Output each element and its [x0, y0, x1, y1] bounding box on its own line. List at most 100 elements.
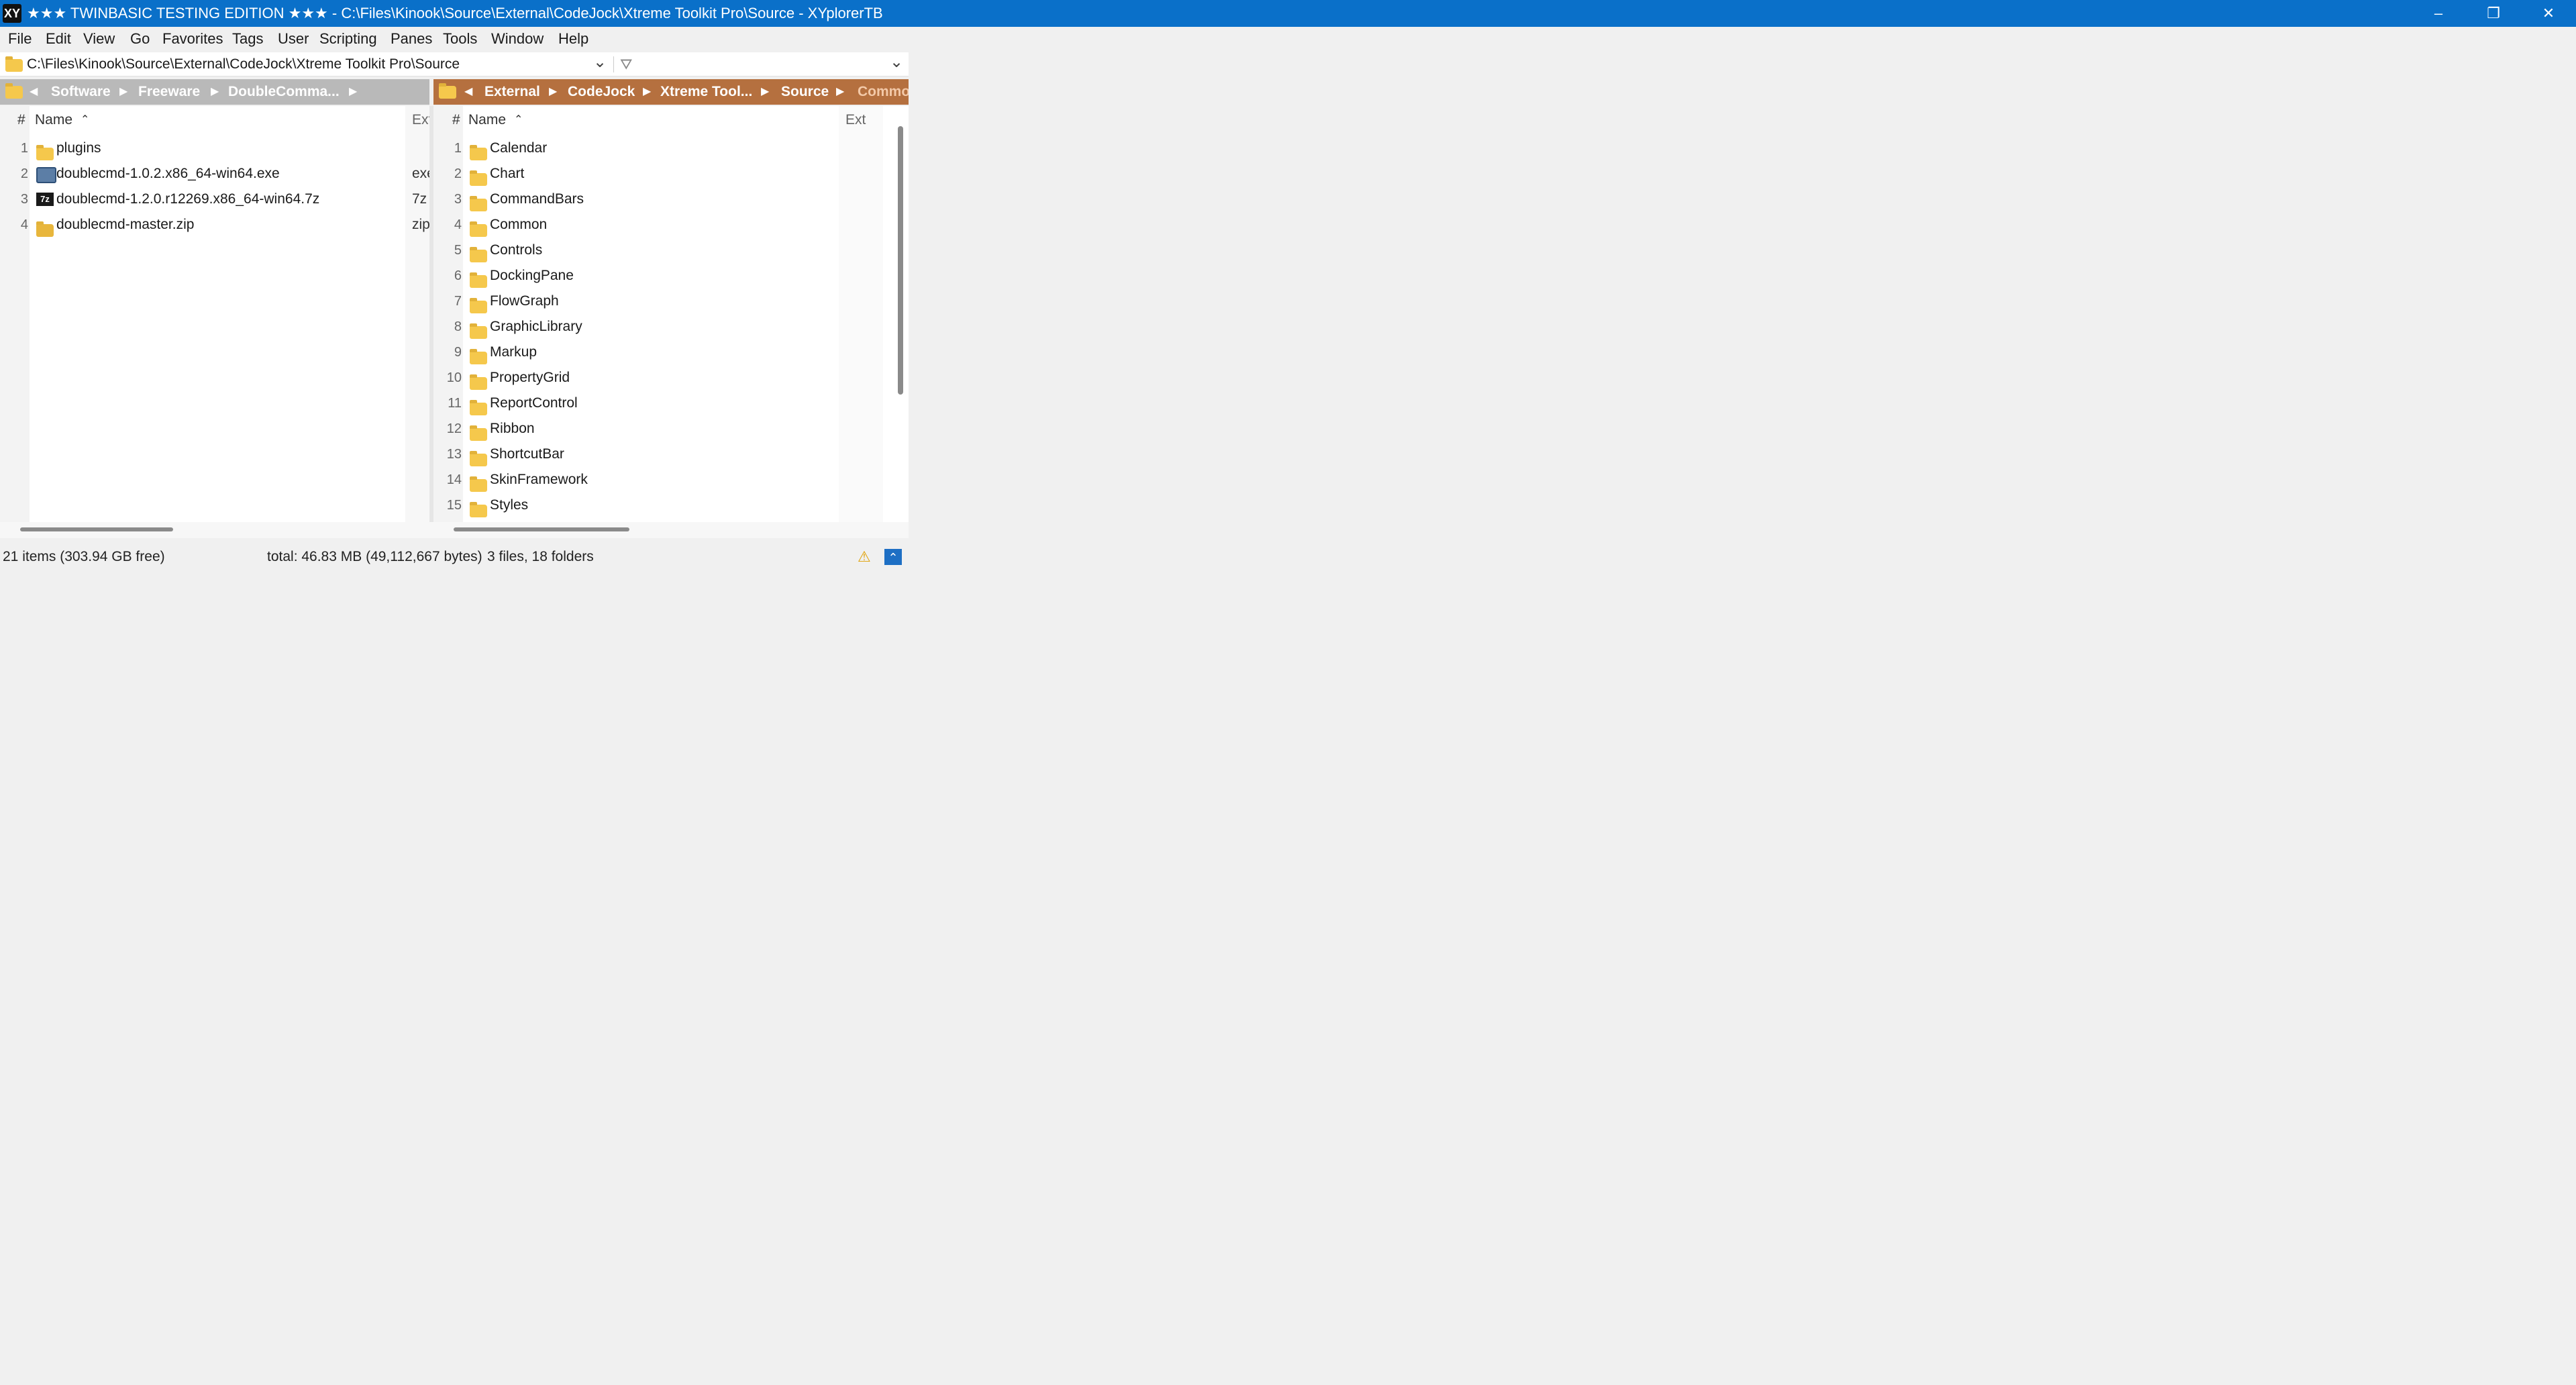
- row-number: 5: [454, 243, 462, 258]
- address-divider: [613, 56, 614, 72]
- table-row[interactable]: 2 doublecmd-1.0.2.x86_64-win64.exe exe: [0, 161, 435, 187]
- left-horizontal-scroll-thumb[interactable]: [20, 527, 173, 531]
- address-dropdown-icon[interactable]: ⌄: [593, 52, 607, 76]
- left-file-list[interactable]: # Name ⌃ Ext 1 plugins 2 doublecmd-1.0.2…: [0, 106, 435, 522]
- row-number: 10: [446, 370, 462, 385]
- close-button[interactable]: ✕: [2522, 0, 2575, 27]
- menu-edit[interactable]: Edit: [46, 27, 71, 51]
- breadcrumb-back-icon[interactable]: ◀: [30, 79, 38, 105]
- folder-icon: [470, 170, 487, 186]
- breadcrumb-chevron-icon[interactable]: ▶: [836, 79, 844, 105]
- menu-favorites[interactable]: Favorites: [162, 27, 223, 51]
- status-bar: 21 items (303.94 GB free) total: 46.83 M…: [0, 542, 909, 572]
- breadcrumb-source[interactable]: Source: [781, 79, 829, 105]
- breadcrumb-xtreme-toolkit[interactable]: Xtreme Tool...: [660, 79, 752, 105]
- menu-window[interactable]: Window: [491, 27, 544, 51]
- breadcrumb-external[interactable]: External: [484, 79, 540, 105]
- breadcrumb-chevron-icon[interactable]: ▶: [761, 79, 769, 105]
- column-header-ext[interactable]: Ext: [845, 106, 866, 134]
- table-row[interactable]: 9 Markup: [433, 340, 890, 365]
- file-ext: 7z: [412, 191, 427, 207]
- menu-go[interactable]: Go: [130, 27, 150, 51]
- folder-name: FlowGraph: [490, 293, 559, 309]
- toggle-panel-icon[interactable]: ⌃: [884, 549, 902, 565]
- filter-input[interactable]: [644, 52, 892, 76]
- folder-icon: [470, 425, 487, 441]
- table-row[interactable]: 14 SkinFramework: [433, 467, 890, 493]
- column-header-number[interactable]: #: [17, 106, 25, 134]
- app-icon[interactable]: XY: [3, 4, 21, 23]
- table-row[interactable]: 8 GraphicLibrary: [433, 314, 890, 340]
- table-row[interactable]: 7 FlowGraph: [433, 289, 890, 314]
- table-row[interactable]: 1 plugins: [0, 136, 429, 161]
- column-header-number[interactable]: #: [452, 106, 460, 134]
- restore-button[interactable]: ❐: [2467, 0, 2520, 27]
- table-row[interactable]: 6 DockingPane: [433, 263, 890, 289]
- breadcrumb-chevron-icon[interactable]: ▶: [349, 79, 357, 105]
- folder-icon: [470, 323, 487, 339]
- menu-help[interactable]: Help: [558, 27, 588, 51]
- table-row[interactable]: 4 doublecmd-master.zip zip: [0, 212, 430, 238]
- table-row[interactable]: 12 Ribbon: [433, 416, 890, 442]
- filter-icon[interactable]: ⛛: [620, 52, 632, 76]
- right-breadcrumb: ◀ External ▶ CodeJock ▶ Xtreme Tool... ▶…: [433, 79, 909, 105]
- file-name: plugins: [56, 140, 101, 156]
- folder-icon[interactable]: [5, 83, 23, 99]
- table-row[interactable]: 3 CommandBars: [433, 187, 890, 212]
- folder-icon: [470, 502, 487, 517]
- row-number: 2: [454, 166, 462, 181]
- table-row[interactable]: 5 Controls: [433, 238, 890, 263]
- breadcrumb-chevron-icon[interactable]: ▶: [549, 79, 557, 105]
- menu-tags[interactable]: Tags: [232, 27, 263, 51]
- left-breadcrumb: ◀ Software ▶ Freeware ▶ DoubleComma... ▶: [0, 79, 429, 105]
- table-row[interactable]: 4 Common: [433, 212, 890, 238]
- warning-icon[interactable]: ⚠: [858, 542, 871, 572]
- breadcrumb-freeware[interactable]: Freeware: [138, 79, 200, 105]
- right-file-list[interactable]: # Name ⌃ Ext 1 Calendar 2 Chart 3 CommandBars…: [433, 106, 909, 522]
- table-row[interactable]: 10 PropertyGrid: [433, 365, 890, 391]
- column-header-name[interactable]: Name: [468, 106, 506, 134]
- folder-icon[interactable]: [439, 83, 456, 99]
- table-row[interactable]: 1 Calendar: [433, 136, 890, 161]
- column-header-name[interactable]: Name: [35, 106, 72, 134]
- vertical-scrollbar[interactable]: [894, 126, 909, 522]
- menu-file[interactable]: File: [8, 27, 32, 51]
- folder-name: Calendar: [490, 140, 548, 156]
- menu-user[interactable]: User: [278, 27, 309, 51]
- breadcrumb-codejock[interactable]: CodeJock: [568, 79, 635, 105]
- breadcrumb-chevron-icon[interactable]: ▶: [119, 79, 127, 105]
- table-row[interactable]: 2 Chart: [433, 161, 890, 187]
- menu-scripting[interactable]: Scripting: [319, 27, 377, 51]
- folder-name: Styles: [490, 497, 529, 513]
- row-number: 4: [454, 217, 462, 232]
- menu-panes[interactable]: Panes: [391, 27, 432, 51]
- table-row[interactable]: 13 ShortcutBar: [433, 442, 890, 467]
- breadcrumb-common[interactable]: Commo: [858, 79, 909, 105]
- folder-name: DockingPane: [490, 268, 574, 283]
- row-number: 14: [446, 472, 462, 487]
- folder-name: CommandBars: [490, 191, 584, 207]
- breadcrumb-doublecommander[interactable]: DoubleComma...: [228, 79, 340, 105]
- breadcrumb-chevron-icon[interactable]: ▶: [211, 79, 219, 105]
- folder-name: ShortcutBar: [490, 446, 564, 462]
- sort-ascending-icon: ⌃: [81, 114, 90, 125]
- folder-name: Ribbon: [490, 421, 535, 436]
- menu-view[interactable]: View: [83, 27, 115, 51]
- row-number: 13: [446, 447, 462, 462]
- breadcrumb-back-icon[interactable]: ◀: [464, 79, 472, 105]
- breadcrumb-chevron-icon[interactable]: ▶: [643, 79, 651, 105]
- row-number: 6: [454, 268, 462, 283]
- folder-icon: [470, 272, 487, 288]
- table-row[interactable]: 3 7z doublecmd-1.2.0.r12269.x86_64-win64…: [0, 187, 429, 212]
- address-input[interactable]: C:\Files\Kinook\Source\External\CodeJock…: [27, 52, 460, 76]
- right-horizontal-scroll-thumb[interactable]: [454, 527, 629, 531]
- table-row[interactable]: 11 ReportControl: [433, 391, 890, 416]
- breadcrumb-software[interactable]: Software: [51, 79, 111, 105]
- row-number: 9: [454, 345, 462, 360]
- minimize-button[interactable]: –: [2412, 0, 2465, 27]
- filter-dropdown-icon[interactable]: ⌄: [890, 52, 903, 76]
- vertical-scroll-thumb[interactable]: [898, 126, 903, 395]
- table-row[interactable]: 15 Styles: [433, 493, 890, 518]
- menu-tools[interactable]: Tools: [443, 27, 477, 51]
- row-number: 1: [454, 141, 462, 156]
